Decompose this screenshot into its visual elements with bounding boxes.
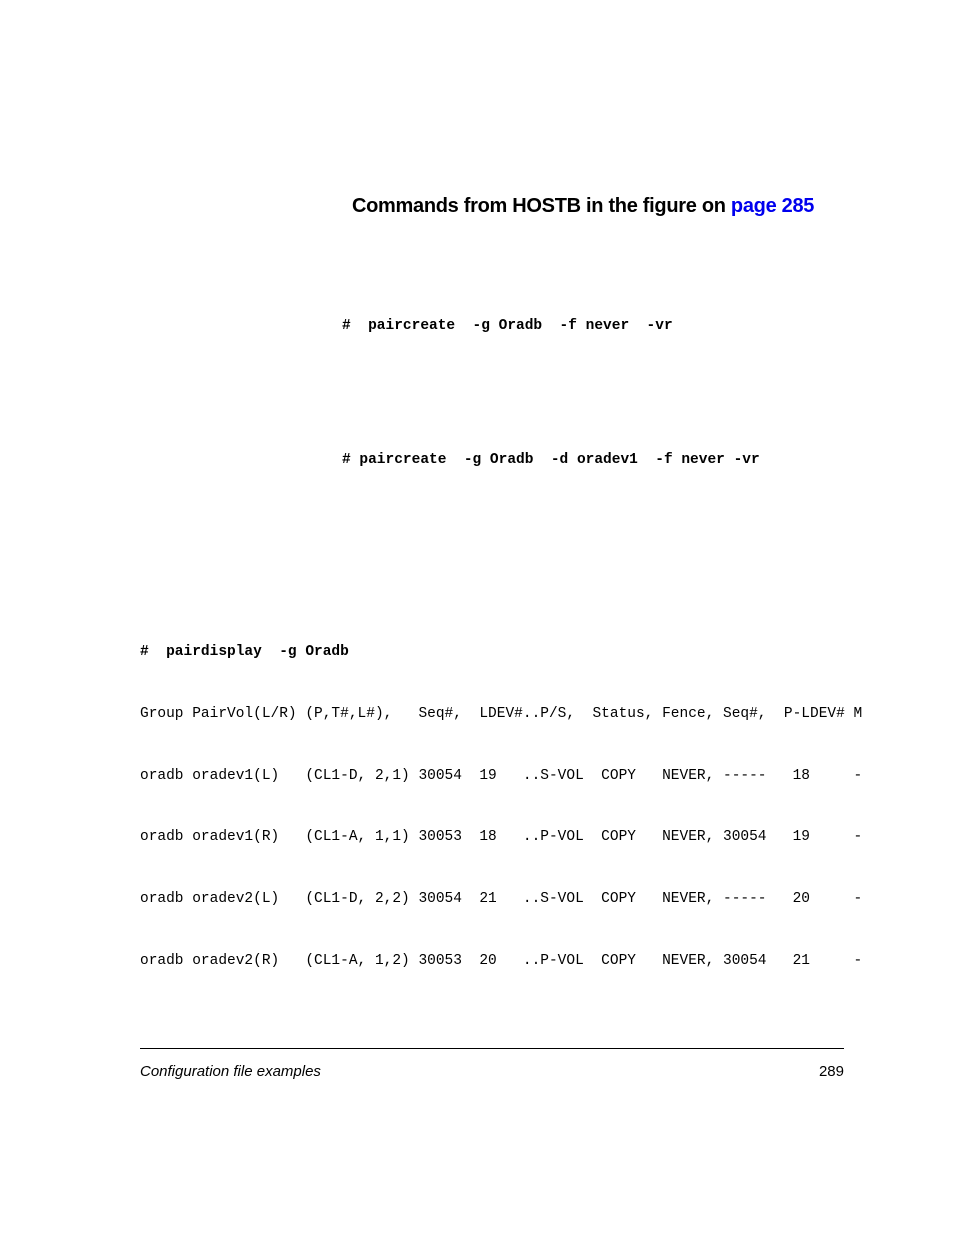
command-block-1: # paircreate -g Oradb -f never -vr <box>342 318 844 334</box>
heading-prefix: Commands from HOSTB in the figure on <box>352 195 731 217</box>
pairdisplay-columns: Group PairVol(L/R) (P,T#,L#), Seq#, LDEV… <box>140 704 844 725</box>
command-1: # paircreate -g Oradb -f never -vr <box>342 318 844 334</box>
document-page: Commands from HOSTB in the figure on pag… <box>0 0 954 1235</box>
table-row: oradb oradev2(L) (CL1-D, 2,2) 30054 21 .… <box>140 889 844 910</box>
footer-row: Configuration file examples 289 <box>140 1063 844 1080</box>
pairdisplay-header: # pairdisplay -g Oradb <box>140 642 844 663</box>
pairdisplay-output: # pairdisplay -g Oradb Group PairVol(L/R… <box>140 601 844 1013</box>
page-link[interactable]: page 285 <box>731 195 814 217</box>
section-heading: Commands from HOSTB in the figure on pag… <box>352 195 844 218</box>
page-footer: Configuration file examples 289 <box>140 1048 844 1080</box>
command-2: # paircreate -g Oradb -d oradev1 -f neve… <box>342 452 844 468</box>
table-row: oradb oradev1(R) (CL1-A, 1,1) 30053 18 .… <box>140 827 844 848</box>
footer-divider <box>140 1048 844 1049</box>
spacer <box>140 468 844 601</box>
command-block-2: # paircreate -g Oradb -d oradev1 -f neve… <box>342 452 844 468</box>
page-number: 289 <box>819 1063 844 1080</box>
footer-title: Configuration file examples <box>140 1063 321 1080</box>
table-row: oradb oradev2(R) (CL1-A, 1,2) 30053 20 .… <box>140 951 844 972</box>
table-row: oradb oradev1(L) (CL1-D, 2,1) 30054 19 .… <box>140 766 844 787</box>
spacer <box>140 334 844 452</box>
